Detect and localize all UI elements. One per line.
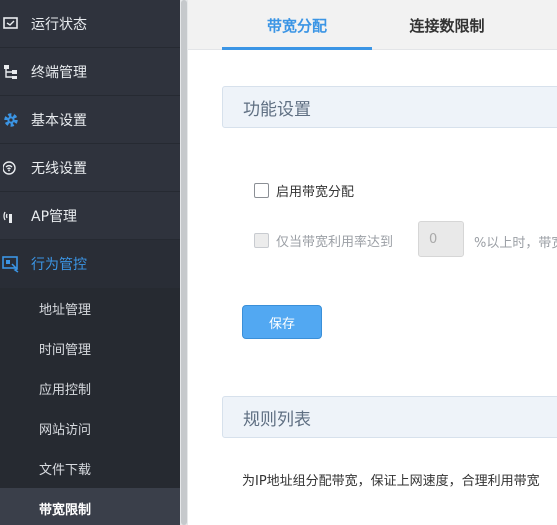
section-title: 规则列表 — [243, 409, 311, 430]
sidebar-item-label: 行为管控 — [31, 257, 87, 273]
submenu-item-website-access[interactable]: 网站访问 — [0, 408, 180, 448]
sidebar-item-label: AP管理 — [31, 208, 78, 225]
submenu-item-file-download[interactable]: 文件下载 — [0, 448, 180, 488]
section-header-feature-settings: 功能设置 — [222, 86, 557, 128]
section-header-rule-list: 规则列表 — [222, 396, 557, 438]
rule-list-description: 为IP地址组分配带宽，保证上网速度，合理利用带宽 — [242, 474, 540, 489]
section-title: 功能设置 — [243, 99, 311, 120]
submenu-item-bandwidth-limit[interactable]: 带宽限制 — [0, 488, 180, 525]
sidebar-item-ap-management[interactable]: AP管理 — [0, 192, 180, 240]
wifi-icon — [0, 157, 22, 179]
gear-icon — [0, 109, 22, 131]
sidebar-item-label: 运行状态 — [31, 16, 87, 33]
tab-connection-limit[interactable]: 连接数限制 — [372, 0, 522, 50]
sidebar-item-label: 基本设置 — [31, 112, 87, 129]
submenu-item-label: 文件下载 — [39, 462, 92, 478]
enable-bandwidth-label: 启用带宽分配 — [276, 185, 355, 200]
enable-bandwidth-checkbox[interactable] — [254, 183, 269, 198]
threshold-suffix: %以上时，带宽 — [474, 236, 557, 251]
enable-bandwidth-row[interactable]: 启用带宽分配 — [254, 181, 354, 200]
behavior-control-icon — [0, 253, 22, 275]
threshold-label: 仅当带宽利用率达到 — [276, 235, 394, 250]
main-content: 带宽分配 连接数限制 功能设置 启用带宽分配 仅当带宽利用率达到 0 %以上时，… — [188, 0, 557, 525]
sidebar-item-wireless[interactable]: 无线设置 — [0, 144, 180, 192]
submenu-item-label: 网站访问 — [39, 422, 92, 438]
access-point-icon — [0, 205, 22, 227]
sidebar-item-label: 无线设置 — [31, 160, 87, 177]
threshold-row: 仅当带宽利用率达到 — [254, 231, 393, 250]
threshold-input[interactable]: 0 — [418, 221, 464, 257]
sidebar: 运行状态 终端管理 基本设置 无线设置 AP管理 行为管控 地址管理 时间管理 — [0, 0, 180, 525]
sidebar-item-basic-settings[interactable]: 基本设置 — [0, 96, 180, 144]
tab-bar: 带宽分配 连接数限制 — [188, 0, 557, 50]
monitor-icon — [0, 13, 22, 35]
submenu-item-label: 地址管理 — [39, 302, 92, 318]
sidebar-item-terminal[interactable]: 终端管理 — [0, 48, 180, 96]
submenu-item-label: 带宽限制 — [39, 502, 92, 518]
submenu-item-address[interactable]: 地址管理 — [0, 288, 180, 328]
save-button[interactable]: 保存 — [242, 305, 322, 339]
sidebar-item-status[interactable]: 运行状态 — [0, 0, 180, 48]
submenu-item-label: 时间管理 — [39, 342, 92, 358]
submenu-item-label: 应用控制 — [39, 382, 92, 398]
sidebar-item-behavior-control[interactable]: 行为管控 — [0, 240, 180, 288]
submenu-item-time[interactable]: 时间管理 — [0, 328, 180, 368]
tab-bandwidth-allocation[interactable]: 带宽分配 — [222, 0, 372, 50]
sidebar-item-label: 终端管理 — [31, 64, 87, 81]
threshold-checkbox[interactable] — [254, 233, 269, 248]
sidebar-scrollbar-thumb[interactable] — [181, 0, 187, 525]
submenu-item-app-control[interactable]: 应用控制 — [0, 368, 180, 408]
network-tree-icon — [0, 61, 22, 83]
